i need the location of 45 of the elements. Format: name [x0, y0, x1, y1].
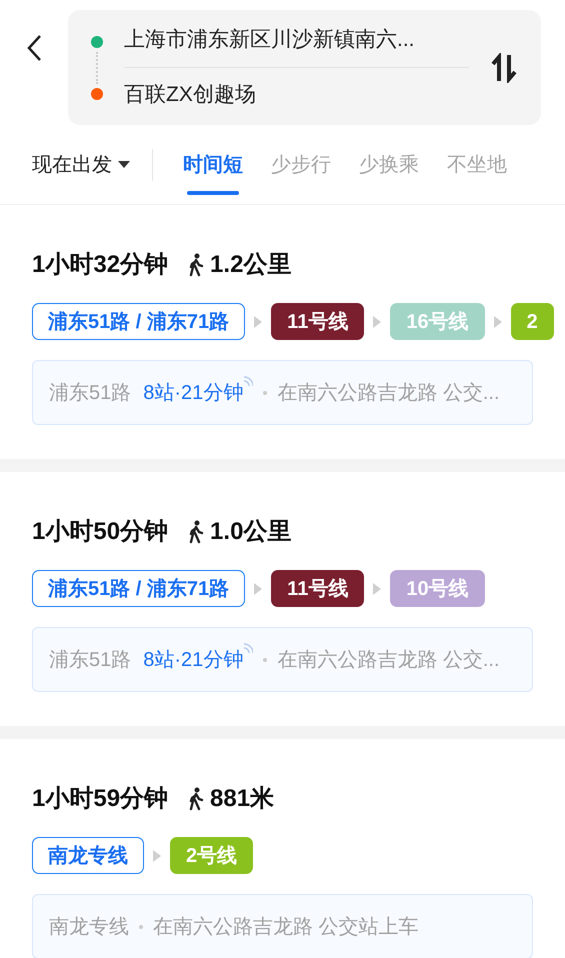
- destination-field[interactable]: 百联ZX创趣场: [124, 68, 469, 122]
- sort-tab[interactable]: 少步行: [257, 124, 345, 204]
- bus-route-tag: 浦东51路 / 浦东71路: [32, 303, 246, 340]
- realtime-signal-icon: [243, 375, 254, 387]
- swap-icon: [490, 52, 518, 82]
- trip-stats: 8站·21分钟: [143, 648, 244, 672]
- route-duration: 1小时32分钟: [32, 250, 168, 280]
- route-duration: 1小时50分钟: [32, 517, 168, 547]
- bus-line-name: 浦东51路: [49, 648, 132, 672]
- walking-person-icon: [188, 520, 204, 544]
- metro-line-tag: 16号线: [390, 303, 485, 340]
- walking-person-icon: [188, 253, 204, 277]
- boarding-note: 在南六公路吉龙路 公交...: [277, 380, 500, 406]
- metro-line-tag: 2: [510, 303, 554, 340]
- bus-route-tag: 南龙专线: [32, 837, 144, 874]
- trip-stats: 8站·21分钟: [143, 380, 244, 406]
- boarding-note: 在南六公路吉龙路 公交站上车: [153, 914, 419, 940]
- metro-line-tag: 10号线: [390, 570, 485, 607]
- walking-distance: 1.0公里: [210, 517, 292, 547]
- arrow-icon: [494, 316, 502, 328]
- boarding-note: 在南六公路吉龙路 公交...: [277, 648, 500, 672]
- arrow-icon: [373, 316, 382, 328]
- origin-field[interactable]: 上海市浦东新区川沙新镇南六...: [124, 14, 469, 68]
- walking-distance: 1.2公里: [210, 250, 292, 280]
- bus-line-name: 浦东51路: [49, 380, 132, 406]
- depart-time-dropdown[interactable]: 现在出发: [32, 150, 130, 180]
- walking-distance: 881米: [210, 784, 274, 814]
- arrow-icon: [254, 316, 262, 328]
- metro-line-tag: 11号线: [271, 303, 364, 340]
- walking-person-icon: [188, 787, 204, 811]
- metro-line-tag: 2号线: [170, 837, 254, 874]
- realtime-signal-icon: [243, 642, 254, 654]
- back-icon: [26, 34, 42, 62]
- caret-icon: [118, 160, 130, 168]
- arrow-icon: [254, 582, 262, 594]
- bus-route-tag: 浦东51路 / 浦东71路: [32, 570, 246, 607]
- route-duration: 1小时59分钟: [32, 784, 168, 814]
- swap-button[interactable]: [489, 52, 519, 84]
- bus-line-name: 南龙专线: [49, 914, 129, 940]
- sort-tab[interactable]: 时间短: [169, 124, 257, 204]
- sort-tab[interactable]: 少换乘: [345, 124, 433, 204]
- arrow-icon: [153, 850, 161, 862]
- arrow-icon: [373, 582, 382, 594]
- sort-tab[interactable]: 不坐地: [433, 124, 521, 204]
- metro-line-tag: 11号线: [271, 570, 364, 607]
